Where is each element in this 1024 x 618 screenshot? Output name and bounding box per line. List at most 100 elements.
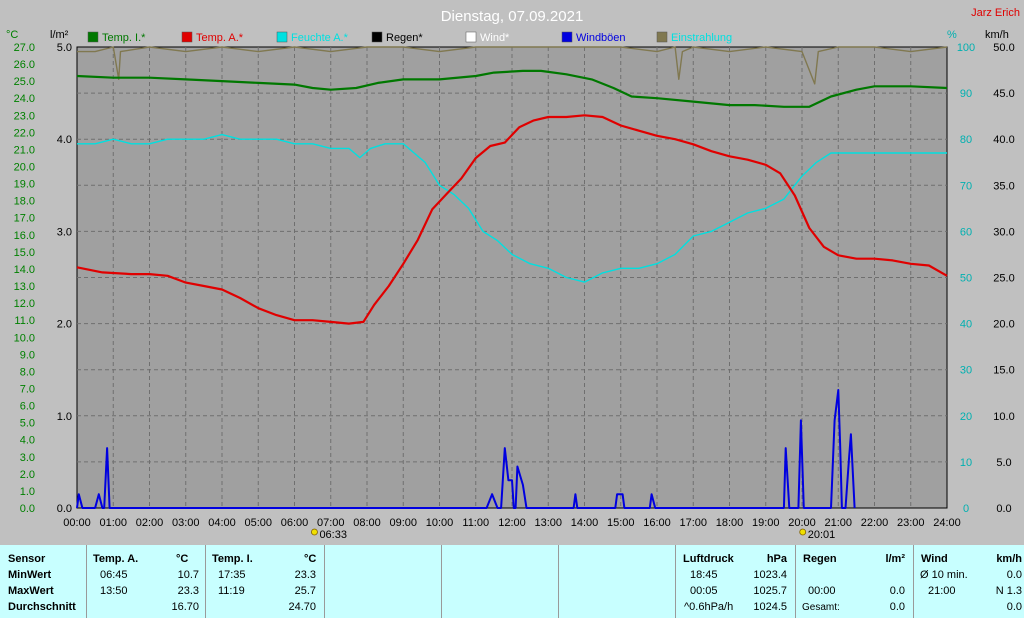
- humidity-tick-label: 50: [960, 273, 972, 285]
- humidity-tick-label: 80: [960, 134, 972, 146]
- pressure-avg: 1024.5: [753, 601, 787, 613]
- row-label-max: MaxWert: [8, 585, 54, 597]
- legend-label: Regen*: [386, 32, 423, 44]
- x-tick-label: 17:00: [679, 517, 707, 529]
- x-tick-label: 07:00: [317, 517, 345, 529]
- temp-tick-label: 0.0: [20, 503, 35, 515]
- wind-tick-label: 20.0: [993, 319, 1014, 331]
- pressure-title: Luftdruck: [683, 553, 734, 565]
- temp-tick-label: 15.0: [14, 247, 35, 259]
- x-tick-label: 05:00: [244, 517, 272, 529]
- rain-tick-label: 0.0: [57, 503, 72, 515]
- wind-avg-label: Ø 10 min.: [920, 569, 968, 581]
- temp-tick-label: 16.0: [14, 230, 35, 242]
- summary-wind: Wind km/h Ø 10 min. 0.0 21:00 N 1.3 0.0: [914, 545, 1024, 618]
- x-tick-label: 02:00: [136, 517, 164, 529]
- temp-a-max-val: 23.3: [177, 585, 199, 597]
- summary-pressure: Luftdruck hPa 18:45 1023.4 00:05 1025.7 …: [676, 545, 796, 618]
- wind-extra: 0.0: [1006, 601, 1022, 613]
- humidity-tick-label: 100: [957, 42, 975, 54]
- legend-swatch: [465, 31, 477, 43]
- rain-tick-label: 3.0: [57, 226, 72, 238]
- temp-tick-label: 17.0: [14, 213, 35, 225]
- temp-a-min-time: 06:45: [100, 569, 128, 581]
- temp-tick-label: 18.0: [14, 196, 35, 208]
- temp-tick-label: 9.0: [20, 349, 35, 361]
- wind-dir-val: N 1.3: [995, 585, 1022, 597]
- x-tick-label: 01:00: [99, 517, 127, 529]
- humidity-tick-label: 0: [963, 503, 969, 515]
- legend-label: Temp. A.*: [196, 32, 244, 44]
- summary-empty-1: [325, 545, 442, 618]
- chart-title: Dienstag, 07.09.2021: [441, 8, 584, 25]
- sunrise-label: 06:33: [319, 529, 347, 541]
- x-tick-label: 20:00: [788, 517, 816, 529]
- temp-tick-label: 25.0: [14, 76, 35, 88]
- temp-i-max-time: 11:19: [218, 585, 245, 597]
- temp-tick-label: 24.0: [14, 93, 35, 105]
- summary-temp-a: Temp. A. °C 06:45 10.7 13:50 23.3 16.70: [87, 545, 206, 618]
- temp-tick-label: 19.0: [14, 179, 35, 191]
- legend-swatch: [371, 31, 383, 43]
- temp-tick-label: 7.0: [20, 383, 35, 395]
- temp-tick-label: 12.0: [14, 298, 35, 310]
- summary-table: Sensor MinWert MaxWert Durchschnitt Temp…: [0, 545, 1024, 618]
- x-tick-label: 09:00: [389, 517, 417, 529]
- humidity-tick-label: 60: [960, 226, 972, 238]
- temp-a-title: Temp. A.: [93, 553, 139, 565]
- legend-label: Feuchte A.*: [291, 32, 349, 44]
- wind-tick-label: 45.0: [993, 88, 1014, 100]
- temp-i-min-time: 17:35: [218, 569, 246, 581]
- wind-title: Wind: [921, 553, 948, 565]
- x-tick-label: 21:00: [824, 517, 852, 529]
- temp-a-unit: °C: [176, 553, 189, 565]
- x-tick-label: 15:00: [607, 517, 635, 529]
- rain-total: 0.0: [889, 601, 905, 613]
- rain-total-label: Gesamt:: [802, 602, 840, 613]
- temp-tick-label: 3.0: [20, 452, 35, 464]
- x-tick-label: 03:00: [172, 517, 200, 529]
- legend-label: Wind*: [480, 32, 510, 44]
- legend-swatch: [561, 31, 573, 43]
- rain-unit: l/m²: [885, 553, 905, 565]
- x-tick-label: 00:00: [63, 517, 91, 529]
- temp-a-max-time: 13:50: [100, 585, 128, 597]
- x-tick-label: 22:00: [861, 517, 889, 529]
- temp-tick-label: 14.0: [14, 264, 35, 276]
- wind-unit: km/h: [996, 553, 1022, 565]
- wind-tick-label: 10.0: [993, 411, 1014, 423]
- pressure-max-val: 1025.7: [753, 585, 787, 597]
- author-label: Jarz Erich: [971, 7, 1020, 19]
- temp-i-max-val: 25.7: [294, 585, 316, 597]
- temp-a-avg: 16.70: [171, 601, 199, 613]
- temp-tick-label: 13.0: [14, 281, 35, 293]
- humidity-tick-label: 10: [960, 457, 972, 469]
- rain-tick-label: 5.0: [57, 42, 72, 54]
- chart-legend: Temp. I.* Temp. A.* Feuchte A.* Regen* Wind*…: [87, 31, 732, 44]
- rain-max-time: 00:00: [808, 585, 836, 597]
- legend-swatch: [656, 31, 668, 43]
- wind-tick-label: 0.0: [996, 503, 1011, 515]
- legend-label: Einstrahlung: [671, 32, 732, 44]
- temp-tick-label: 27.0: [14, 42, 35, 54]
- temp-tick-label: 11.0: [14, 315, 35, 327]
- row-label-min: MinWert: [8, 569, 52, 581]
- x-tick-label: 08:00: [353, 517, 381, 529]
- temp-tick-label: 6.0: [20, 401, 35, 413]
- wind-tick-label: 40.0: [993, 134, 1014, 146]
- humidity-tick-label: 70: [960, 180, 972, 192]
- temp-i-avg: 24.70: [288, 601, 316, 613]
- wind-axis-unit: km/h: [985, 29, 1009, 41]
- legend-swatch: [87, 31, 99, 43]
- humidity-tick-label: 90: [960, 88, 972, 100]
- humidity-tick-label: 30: [960, 365, 972, 377]
- sunset-label: 20:01: [808, 529, 836, 541]
- temp-tick-label: 23.0: [14, 110, 35, 122]
- pressure-max-time: 00:05: [690, 585, 718, 597]
- rain-tick-label: 4.0: [57, 134, 72, 146]
- legend-swatch: [276, 31, 288, 43]
- rain-tick-label: 1.0: [57, 411, 72, 423]
- x-tick-label: 24:00: [933, 517, 961, 529]
- pressure-trend: ^0.6hPa/h: [684, 601, 734, 613]
- wind-tick-label: 35.0: [993, 180, 1014, 192]
